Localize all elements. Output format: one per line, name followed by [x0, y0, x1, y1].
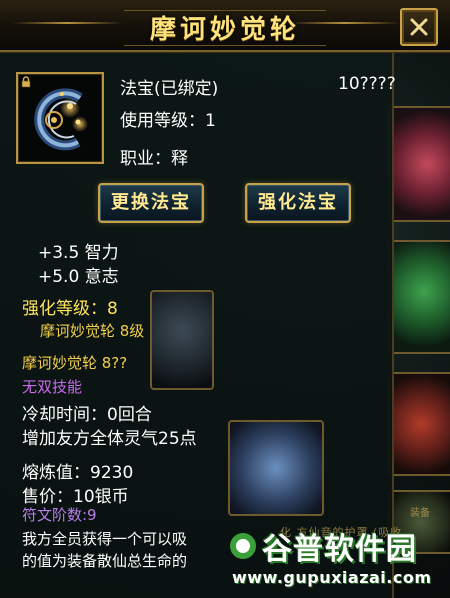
background-side-text: 装备 — [410, 508, 430, 519]
game-screen: 法宝(已绑定) 10???? 使用等级：1 职业：释 更换法宝 强化法宝 +3.… — [0, 0, 450, 598]
description-line: 我方全员获得一个可以吸 — [22, 530, 188, 548]
title-bar: 摩诃妙觉轮 — [0, 0, 450, 52]
close-icon — [410, 18, 428, 36]
rune-tier: 符文阶数:9 — [22, 506, 97, 524]
class-requirement: 职业：释 — [120, 149, 188, 169]
enhance-level: 强化等级：8 — [22, 299, 118, 319]
enhance-treasure-button[interactable]: 强化法宝 — [245, 183, 351, 223]
skill-type: 无双技能 — [22, 378, 83, 396]
item-count: 10???? — [338, 74, 396, 94]
watermark-url: www.gupuxiazai.com — [232, 568, 432, 587]
background-card — [150, 290, 214, 390]
background-card — [228, 420, 324, 516]
level-requirement: 使用等级：1 — [120, 111, 216, 131]
stat-line: +5.0 意志 — [38, 267, 119, 287]
stat-line: +3.5 智力 — [38, 243, 119, 263]
enhance-set-line: 摩诃妙觉轮 8级 — [40, 322, 145, 340]
item-name-line: 摩诃妙觉轮 8?? — [22, 354, 128, 372]
watermark-logo: 谷普软件园 — [228, 528, 417, 567]
close-button[interactable] — [400, 8, 438, 46]
skill-cooldown: 冷却时间：0回合 — [22, 405, 152, 425]
window-title: 摩诃妙觉轮 — [149, 15, 300, 45]
background-card — [388, 240, 450, 354]
background-card — [388, 106, 450, 222]
item-type-label: 法宝(已绑定) — [120, 79, 219, 99]
background-card — [388, 372, 450, 476]
lock-icon — [21, 76, 31, 88]
watermark-logo-icon — [230, 533, 256, 559]
watermark-text: 谷普软件园 — [262, 532, 417, 567]
refine-value: 熔炼值：9230 — [22, 463, 134, 483]
description-line: 的值为装备散仙总生命的 — [22, 552, 188, 570]
skill-effect: 增加友方全体灵气25点 — [22, 429, 197, 449]
item-tooltip-panel: 法宝(已绑定) 10???? 使用等级：1 职业：释 更换法宝 强化法宝 +3.… — [0, 0, 396, 598]
replace-treasure-button[interactable]: 更换法宝 — [98, 183, 204, 223]
